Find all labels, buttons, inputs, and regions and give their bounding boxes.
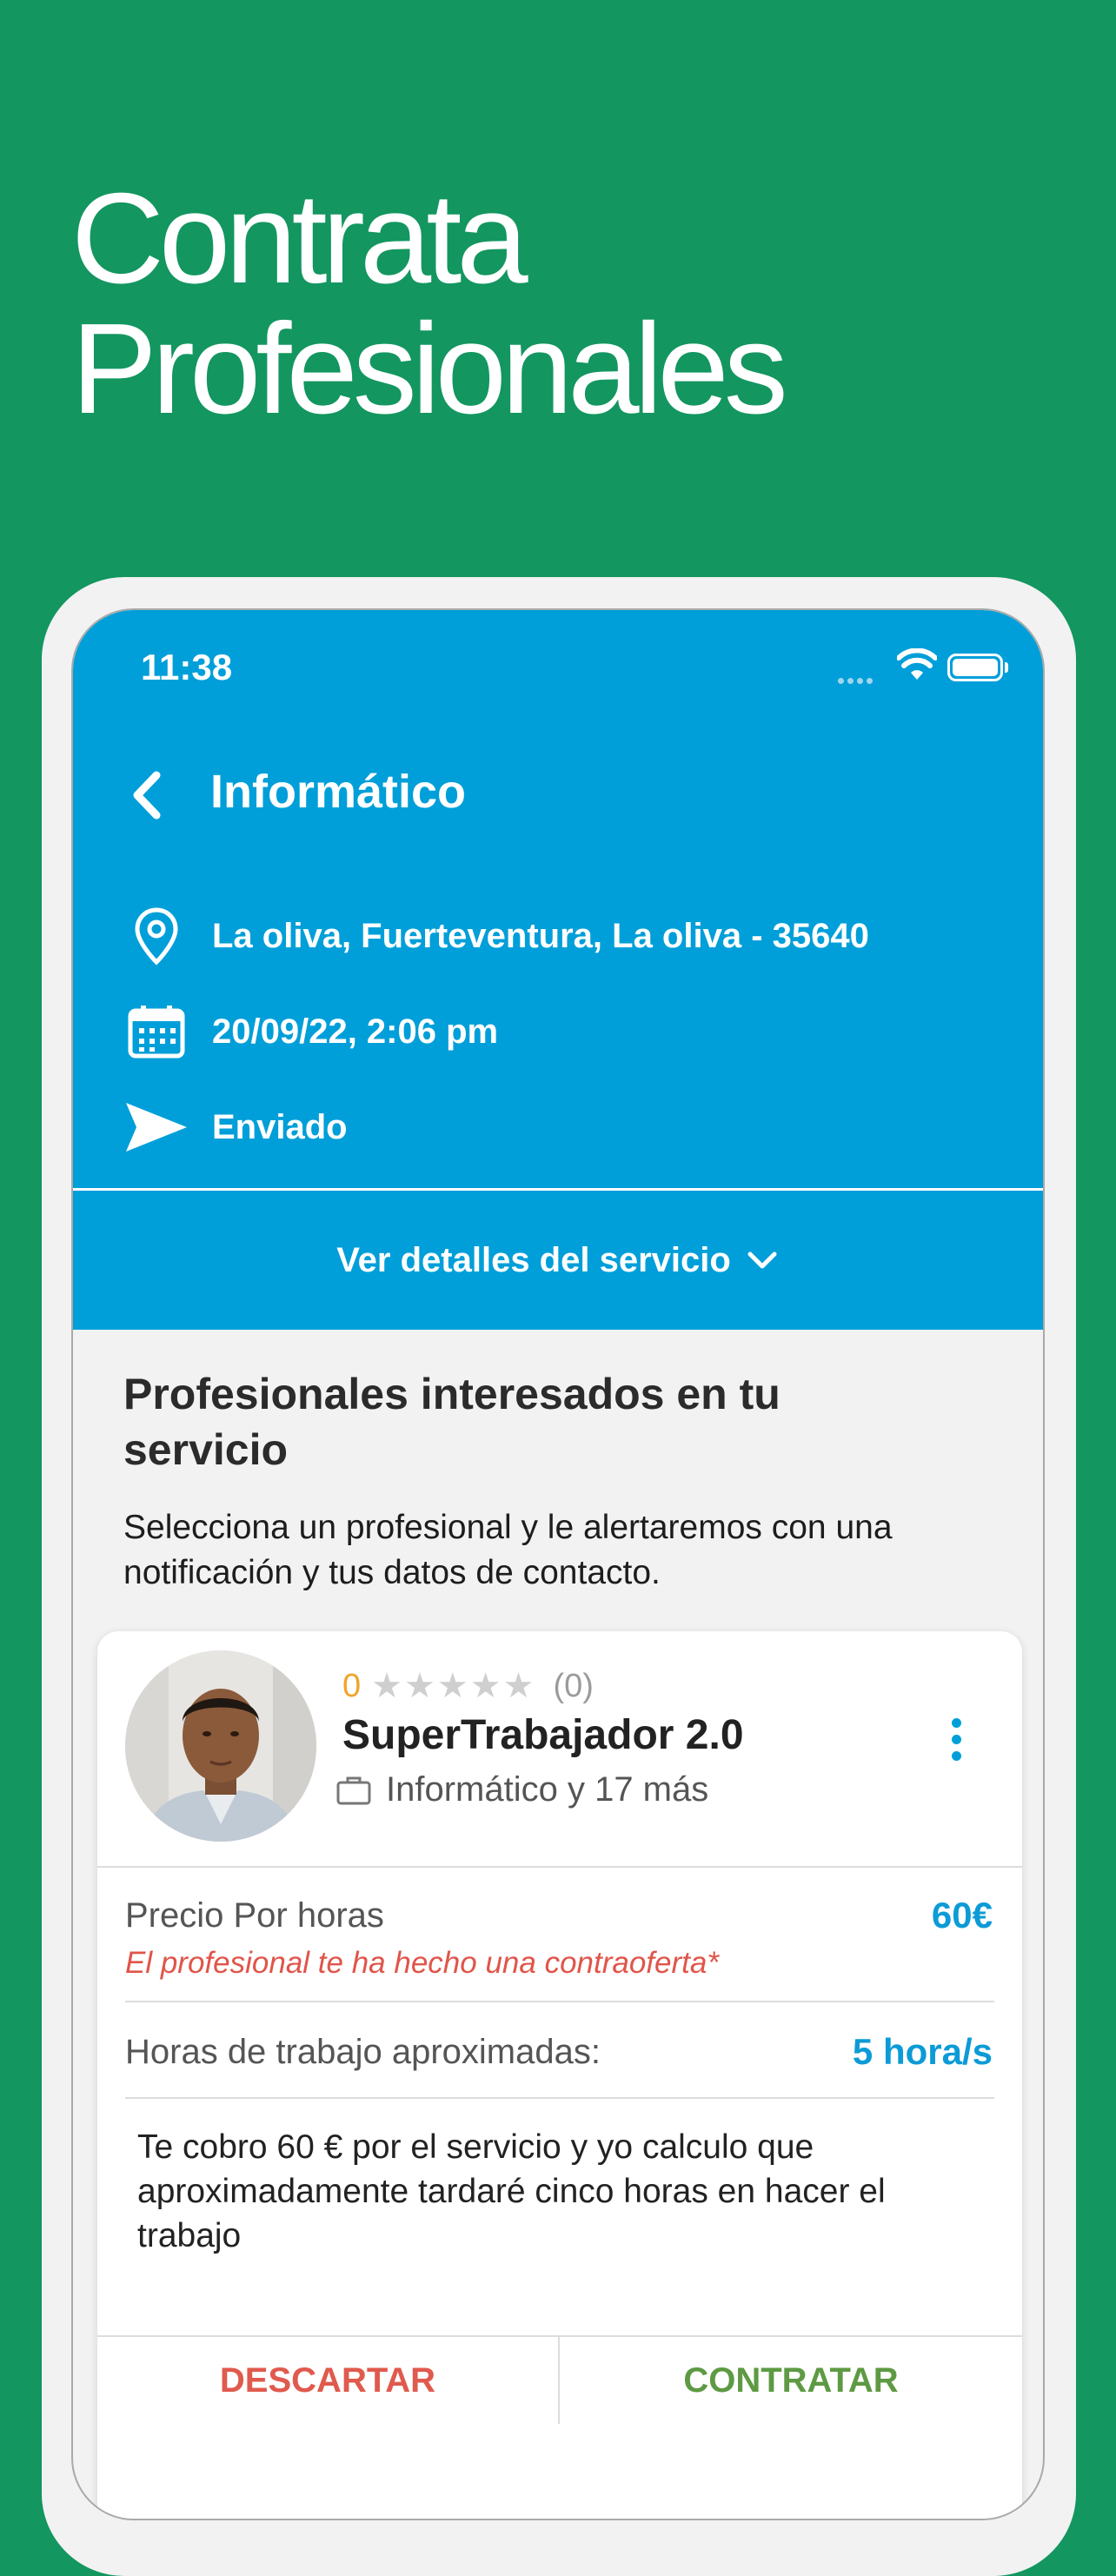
card-actions: DESCARTAR CONTRATAR <box>97 2335 1022 2424</box>
headline: Contrata Profesionales <box>71 167 788 441</box>
app-screen: 11:38 Informático La oliva, Fuerteventur… <box>71 608 1045 2520</box>
rating: 0 ★★★★★ (0) <box>342 1666 594 1706</box>
card-divider <box>125 2001 994 2002</box>
hire-button[interactable]: CONTRATAR <box>560 2337 1022 2424</box>
date-row: 20/09/22, 2:06 pm <box>122 999 991 1064</box>
header: 11:38 Informático La oliva, Fuerteventur… <box>73 610 1043 1188</box>
battery-icon <box>947 654 1003 681</box>
discard-button[interactable]: DESCARTAR <box>97 2337 560 2424</box>
wifi-icon <box>897 648 937 680</box>
signal-icon <box>838 673 887 684</box>
professional-card[interactable]: 0 ★★★★★ (0) SuperTrabajador 2.0 Informát… <box>97 1631 1022 2519</box>
card-divider <box>97 1866 1022 1868</box>
status-row: Enviado <box>122 1095 991 1159</box>
page-title: Informático <box>210 766 467 818</box>
rating-count: (0) <box>553 1667 594 1704</box>
status-time: 11:38 <box>141 647 233 687</box>
professional-name[interactable]: SuperTrabajador 2.0 <box>342 1711 744 1759</box>
category-text: Informático y 17 más <box>386 1770 709 1809</box>
location-pin-icon <box>135 907 178 966</box>
service-details-label: Ver detalles del servicio <box>336 1240 731 1279</box>
professional-message: Te cobro 60 € por el servicio y yo calcu… <box>137 2128 886 2254</box>
avatar[interactable] <box>125 1650 316 1842</box>
section-title: Profesionales interesados en tu servicio <box>123 1370 781 1474</box>
location-row: La oliva, Fuerteventura, La oliva - 3564… <box>122 904 991 968</box>
section-subtitle: Selecciona un profesional y le alertarem… <box>123 1509 893 1591</box>
price-label: Precio Por horas <box>125 1896 384 1935</box>
rating-stars-icon: ★★★★★ <box>371 1667 536 1705</box>
location-text: La oliva, Fuerteventura, La oliva - 3564… <box>212 916 869 955</box>
send-icon <box>126 1103 187 1152</box>
service-details-button[interactable]: Ver detalles del servicio <box>73 1191 1043 1330</box>
professional-category: Informático y 17 más <box>335 1770 708 1809</box>
card-divider <box>125 2097 994 2099</box>
more-vertical-icon[interactable] <box>947 1718 965 1770</box>
chevron-down-icon <box>747 1251 777 1269</box>
date-text: 20/09/22, 2:06 pm <box>212 1012 499 1051</box>
avatar-image <box>125 1650 316 1842</box>
headline-line-1: Contrata <box>71 167 528 310</box>
calendar-icon <box>128 1006 185 1059</box>
briefcase-icon <box>336 1776 371 1804</box>
chevron-left-icon[interactable] <box>125 765 169 826</box>
counteroffer-note: El profesional te ha hecho una contraofe… <box>125 1946 719 1980</box>
headline-line-2: Profesionales <box>71 297 788 441</box>
rating-value: 0 <box>342 1667 362 1704</box>
price-value: 60€ <box>931 1895 993 1935</box>
hours-label: Horas de trabajo aproximadas: <box>125 2033 601 2071</box>
status-text: Enviado <box>212 1107 348 1146</box>
hours-value: 5 hora/s <box>852 2031 993 2072</box>
